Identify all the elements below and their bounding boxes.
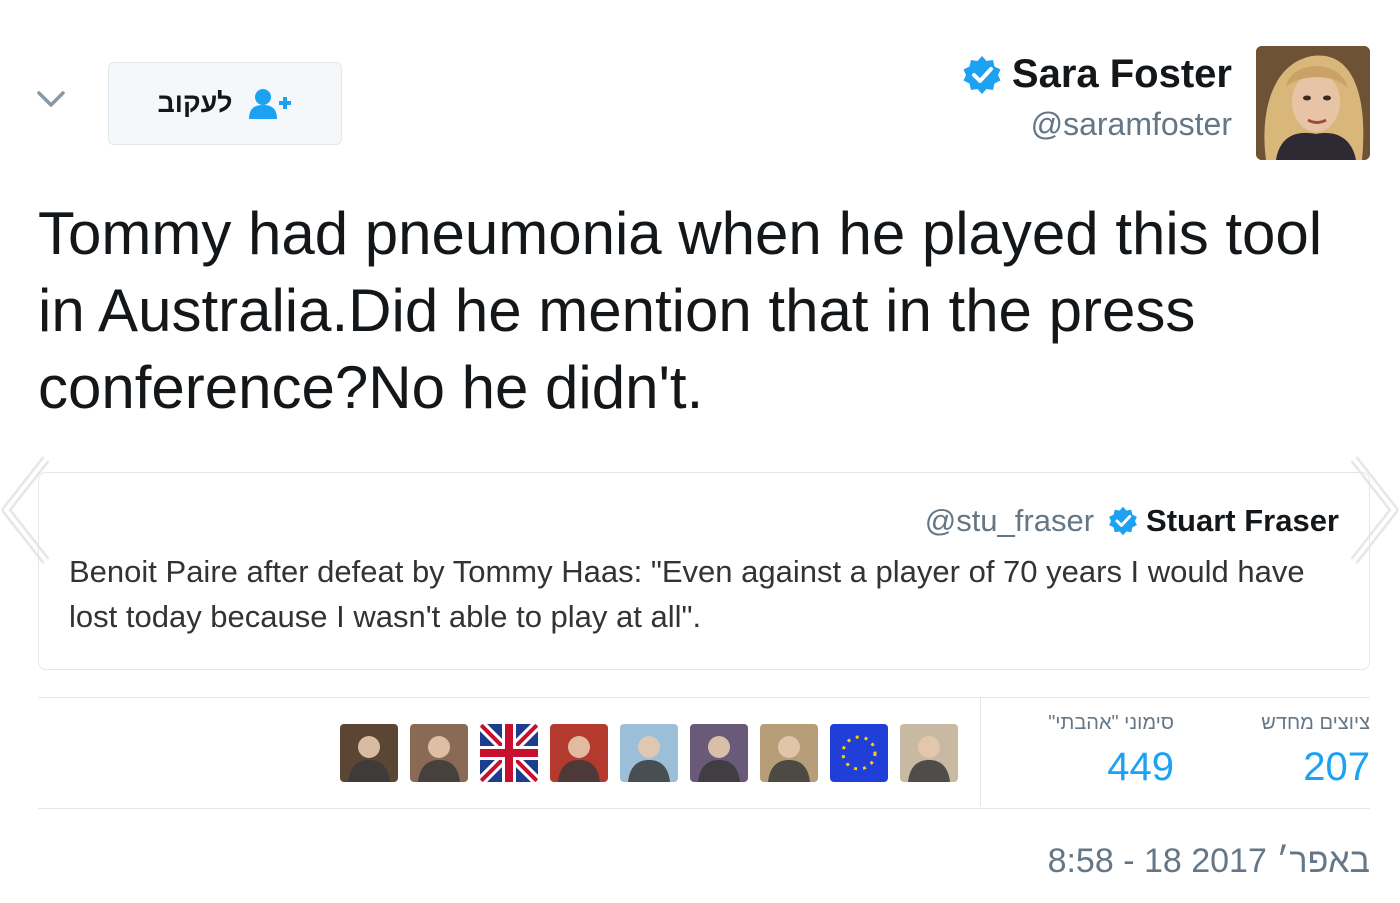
author-display-name[interactable]: Sara Foster xyxy=(1012,52,1232,97)
quoted-tweet-header: @stu_fraser Stuart Fraser xyxy=(69,503,1339,539)
liker-avatar-2[interactable] xyxy=(410,724,468,782)
liker-avatar-4[interactable] xyxy=(550,724,608,782)
chevron-down-icon[interactable] xyxy=(36,88,66,110)
quoted-tweet-text: Benoit Paire after defeat by Tommy Haas:… xyxy=(69,554,1305,634)
follow-button-label: לעקוב xyxy=(157,88,233,118)
liker-avatar-1[interactable] xyxy=(340,724,398,782)
author-avatar[interactable] xyxy=(1256,46,1370,160)
author-avatar-image xyxy=(1256,46,1370,160)
verified-badge-icon xyxy=(963,55,1001,94)
verified-badge-icon xyxy=(1109,506,1137,536)
divider xyxy=(38,697,1370,698)
liker-avatar-8[interactable] xyxy=(830,724,888,782)
liker-avatar-5[interactable] xyxy=(620,724,678,782)
quoted-author-handle[interactable]: @stu_fraser xyxy=(925,503,1094,539)
divider xyxy=(980,698,981,806)
follow-button[interactable]: לעקוב xyxy=(108,62,342,145)
retweets-stat[interactable]: ציוצים מחדש 207 xyxy=(1261,712,1370,790)
liker-avatar-6[interactable] xyxy=(690,724,748,782)
add-user-icon xyxy=(249,88,292,119)
retweets-label: ציוצים מחדש xyxy=(1261,712,1370,734)
liker-avatar-3[interactable] xyxy=(480,724,538,782)
likes-stat[interactable]: סימוני "אהבתי" 449 xyxy=(1048,712,1174,790)
author-handle[interactable]: @saramfoster xyxy=(1031,106,1232,143)
tweet-text: Tommy had pneumonia when he played this … xyxy=(38,200,1323,421)
quoted-author-name[interactable]: Stuart Fraser xyxy=(1146,503,1339,539)
author-name-row: Sara Foster xyxy=(962,52,1232,97)
likes-count: 449 xyxy=(1107,745,1174,789)
liker-avatar-9[interactable] xyxy=(900,724,958,782)
tweet-timestamp[interactable]: 8:58 - 18 באפר׳ 2017 xyxy=(1048,842,1370,881)
retweets-count: 207 xyxy=(1303,745,1370,789)
likes-label: סימוני "אהבתי" xyxy=(1048,712,1174,734)
divider xyxy=(38,808,1370,809)
quoted-tweet-card[interactable]: @stu_fraser Stuart Fraser Benoit Paire a… xyxy=(38,472,1370,670)
liker-avatar-7[interactable] xyxy=(760,724,818,782)
likers-avatar-list xyxy=(340,724,958,782)
